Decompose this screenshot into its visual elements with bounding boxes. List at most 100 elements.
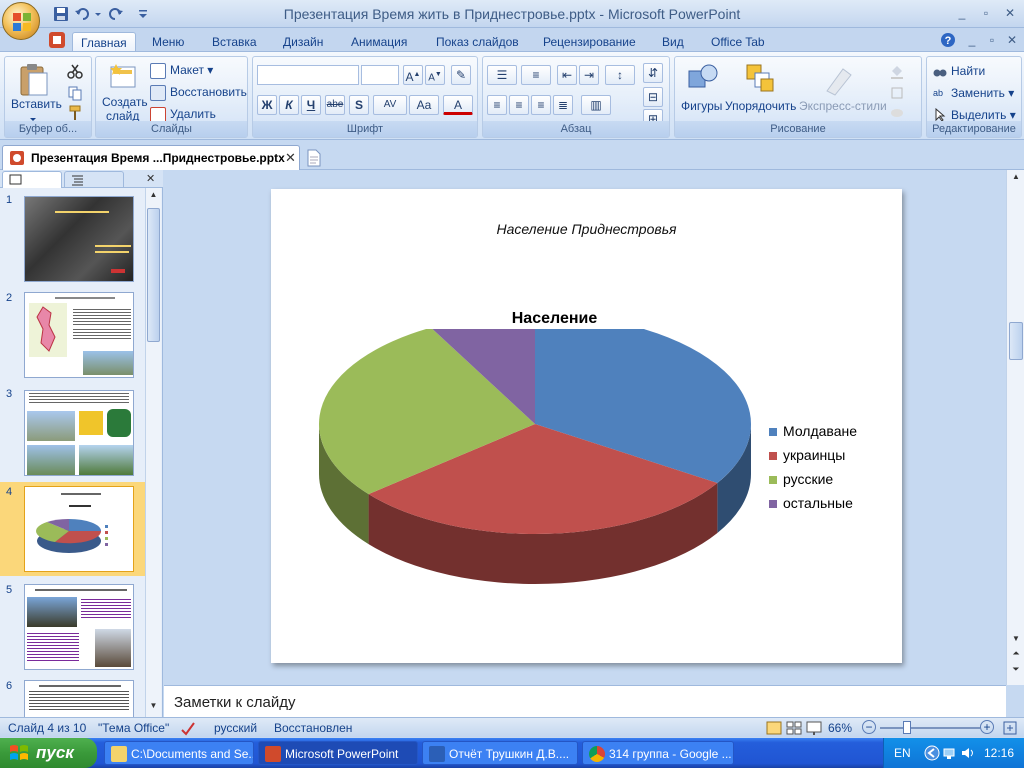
zoom-slider-thumb[interactable] [903,721,911,734]
slides-panel-scrollbar[interactable]: ▲ ▼ [145,188,161,717]
text-direction-icon[interactable]: ⇵ [643,63,663,83]
arrange-button[interactable]: Упорядочить [725,99,796,113]
outline-tab[interactable] [64,171,124,188]
shape-outline-icon[interactable] [889,85,905,101]
shapes-icon[interactable] [685,61,721,97]
bullets-icon[interactable]: ☰ [487,65,517,85]
minimize-button[interactable]: _ [950,4,974,22]
volume-icon[interactable] [960,745,976,761]
align-center-icon[interactable]: ≡ [509,95,529,115]
close-panel-icon[interactable]: ✕ [146,172,155,185]
tab-menu[interactable]: Меню [144,32,192,52]
cut-icon[interactable] [67,63,83,79]
copy-icon[interactable] [67,85,83,101]
justify-icon[interactable]: ≣ [553,95,573,115]
thumbnail-6[interactable]: 6 [0,676,145,717]
scroll-up-icon[interactable]: ▲ [147,190,160,202]
reset-button[interactable]: Восстановить [150,82,247,102]
tab-view[interactable]: Вид [654,32,692,52]
slide-heading[interactable]: Население Приднестровья [271,221,902,237]
new-slide-icon[interactable] [108,61,138,91]
font-family-select[interactable] [257,65,359,85]
replace-button[interactable]: ab Заменить ▾ [933,83,1014,103]
increase-indent-icon[interactable]: ⇥ [579,65,599,85]
task-powerpoint[interactable]: Microsoft PowerPoint [258,741,418,765]
close-tab-icon[interactable]: ✕ [285,150,296,166]
slideshow-view-icon[interactable] [806,720,822,736]
strikethrough-button[interactable]: abe [325,95,345,115]
restore-button[interactable]: ▫ [974,4,998,22]
doc-close-button[interactable]: ✕ [1000,31,1024,49]
scroll-thumb[interactable] [147,208,160,342]
zoom-out-icon[interactable]: − [862,720,876,734]
prev-slide-icon[interactable]: ⏶ [1009,648,1023,662]
start-button[interactable]: пуск [0,738,97,768]
tab-animation[interactable]: Анимация [343,32,415,52]
spellcheck-icon[interactable] [180,720,196,736]
shrink-font-button[interactable]: A▼ [425,65,445,85]
thumbnail-4[interactable]: 4 [0,482,145,576]
arrange-icon[interactable] [741,61,777,97]
help-icon[interactable]: ? [940,32,956,48]
chart-legend[interactable]: Молдаване украинцы русские остальные [769,423,857,519]
scroll-down-icon[interactable]: ▼ [1009,634,1023,646]
scroll-down-icon[interactable]: ▼ [147,701,160,713]
shadow-button[interactable]: S [349,95,369,115]
fit-to-window-icon[interactable] [1002,720,1018,736]
line-spacing-icon[interactable]: ↕ [605,65,635,85]
zoom-level[interactable]: 66% [828,721,852,735]
sorter-view-icon[interactable] [786,720,802,736]
zoom-slider[interactable] [880,727,980,729]
underline-button[interactable]: Ч [301,95,321,115]
layout-button[interactable]: Макет ▾ [150,60,213,80]
italic-button[interactable]: К [279,95,299,115]
shape-fill-icon[interactable] [889,63,905,79]
tab-design[interactable]: Дизайн [275,32,331,52]
align-left-icon[interactable]: ≡ [487,95,507,115]
grow-font-button[interactable]: A▲ [403,65,423,85]
new-tab-icon[interactable] [306,149,322,167]
quick-styles-button[interactable]: Экспресс-стили [799,99,887,113]
language-indicator[interactable]: русский [214,721,257,735]
language-indicator[interactable]: EN [894,746,911,760]
task-word[interactable]: Отчёт Трушкин Д.В.... [422,741,578,765]
back-icon[interactable] [924,745,940,761]
slide-scrollbar[interactable]: ▲ ▼ ⏶ ⏷ [1006,170,1024,685]
theme-name[interactable]: "Тема Office" [98,721,169,735]
align-text-icon[interactable]: ⊟ [643,87,663,107]
tab-review[interactable]: Рецензирование [535,32,644,52]
format-painter-icon[interactable] [67,105,83,121]
clear-format-icon[interactable]: ✎ [451,65,471,85]
slides-tab[interactable] [2,171,62,188]
shape-effects-icon[interactable] [889,105,905,121]
decrease-indent-icon[interactable]: ⇤ [557,65,577,85]
tab-home[interactable]: Главная [72,32,136,52]
tab-insert[interactable]: Вставка [204,32,265,52]
thumbnail-1[interactable]: 1 [0,190,145,284]
align-right-icon[interactable]: ≡ [531,95,551,115]
paste-dropdown-icon[interactable] [29,113,37,121]
numbering-icon[interactable]: ≡ [521,65,551,85]
bold-button[interactable]: Ж [257,95,277,115]
scroll-thumb[interactable] [1009,322,1023,360]
zoom-in-icon[interactable]: + [980,720,994,734]
tab-office-tab[interactable]: Office Tab [703,32,773,52]
legend-item[interactable]: остальные [769,495,857,519]
close-button[interactable]: ✕ [998,4,1022,22]
next-slide-icon[interactable]: ⏷ [1009,664,1023,678]
paste-button[interactable]: Вставить [11,97,62,111]
char-spacing-button[interactable]: AV [373,95,407,115]
legend-item[interactable]: Молдаване [769,423,857,447]
notes-pane[interactable]: Заметки к слайду [164,685,1006,717]
columns-icon[interactable]: ▥ [581,95,611,115]
notes-placeholder[interactable]: Заметки к слайду [174,694,296,711]
task-explorer[interactable]: C:\Documents and Se... [104,741,254,765]
chart-title[interactable]: Население [271,310,902,328]
find-button[interactable]: Найти [933,61,985,81]
legend-item[interactable]: русские [769,471,857,495]
pie-chart[interactable] [301,329,781,619]
clock[interactable]: 12:16 [984,746,1014,760]
office-button[interactable] [2,2,40,40]
shapes-button[interactable]: Фигуры [681,99,722,113]
slide-canvas[interactable]: Население Приднестровья Население Молдав… [271,189,902,663]
